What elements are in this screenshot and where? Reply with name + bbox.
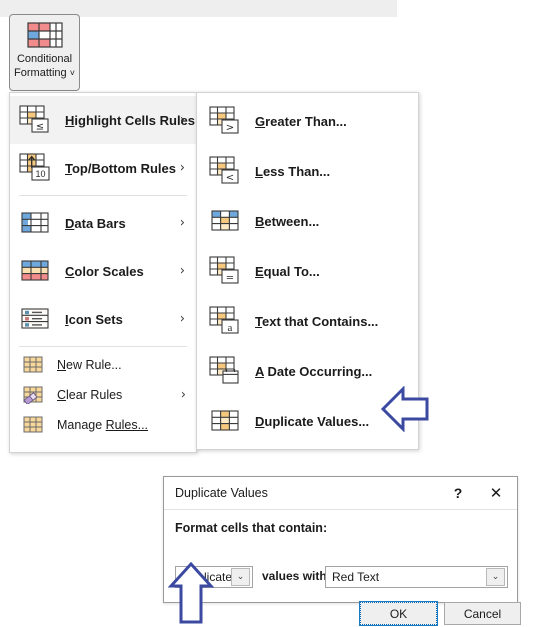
chevron-down-icon[interactable]: ⌄ <box>486 568 505 586</box>
dialog-titlebar: Duplicate Values ? ✕ <box>164 477 517 510</box>
menu-item-color-scales[interactable]: Color Scales › <box>10 247 196 295</box>
dialog-body: Format cells that contain: Duplicate ⌄ v… <box>164 510 521 626</box>
greater-than-icon: > <box>209 105 241 137</box>
submenu-item-label: Less Than... <box>255 163 331 179</box>
menu-item-label: Highlight Cells Rules <box>65 112 196 128</box>
dialog-title: Duplicate Values <box>175 486 268 500</box>
menu-item-label: New Rule... <box>57 358 122 372</box>
menu-item-label: Clear Rules <box>57 388 123 402</box>
ok-button[interactable]: OK <box>359 601 438 626</box>
data-bars-icon <box>19 207 51 239</box>
svg-text:10: 10 <box>35 169 45 179</box>
format-combo-value: Red Text <box>332 570 380 584</box>
annotation-arrow-left <box>380 385 429 435</box>
equal-to-icon: = <box>209 255 241 287</box>
submenu-item-label: Equal To... <box>255 263 320 279</box>
chevron-right-icon: › <box>179 112 185 128</box>
submenu-item-label: Text that Contains... <box>255 313 379 329</box>
menu-item-manage-rules[interactable]: Manage Rules... <box>10 410 196 440</box>
submenu-item-greater-than[interactable]: > Greater Than... <box>197 96 418 146</box>
chevron-right-icon: › <box>179 160 185 176</box>
less-than-icon: < <box>209 155 241 187</box>
svg-text:>: > <box>226 123 234 134</box>
submenu-item-label: Between... <box>255 213 320 229</box>
submenu-item-label: Duplicate Values... <box>255 413 370 429</box>
menu-item-label: Data Bars <box>65 215 126 231</box>
menu-separator <box>19 195 187 196</box>
menu-item-label: Manage Rules... <box>57 418 149 432</box>
svg-text:=: = <box>226 273 234 284</box>
cf-label-line1: Conditional <box>16 53 73 65</box>
conditional-formatting-menu: ≤ Highlight Cells Rules › 10 Top/Bottom … <box>9 92 197 453</box>
dialog-prompt-label: Format cells that contain: <box>175 521 328 535</box>
submenu-item-equal-to[interactable]: = Equal To... <box>197 246 418 296</box>
menu-item-highlight-cells-rules[interactable]: ≤ Highlight Cells Rules › <box>10 96 196 144</box>
menu-item-top-bottom-rules[interactable]: 10 Top/Bottom Rules › <box>10 144 196 192</box>
new-rule-icon <box>22 354 44 376</box>
a-date-occurring-icon <box>209 355 241 387</box>
submenu-item-between[interactable]: Between... <box>197 196 418 246</box>
chevron-right-icon: › <box>179 311 185 327</box>
chevron-right-icon: › <box>180 387 186 403</box>
conditional-formatting-grid-icon <box>26 22 63 48</box>
cancel-button[interactable]: Cancel <box>444 602 521 625</box>
cf-label-line2: Formatting <box>14 67 67 79</box>
menu-item-data-bars[interactable]: Data Bars › <box>10 199 196 247</box>
clear-rules-icon <box>22 384 44 406</box>
color-scales-icon <box>19 255 51 287</box>
menu-item-clear-rules[interactable]: Clear Rules › <box>10 380 196 410</box>
help-icon[interactable]: ? <box>443 477 473 509</box>
chevron-right-icon: › <box>179 263 185 279</box>
between-icon <box>209 205 241 237</box>
submenu-item-less-than[interactable]: < Less Than... <box>197 146 418 196</box>
menu-item-label: Top/Bottom Rules <box>65 160 176 176</box>
submenu-item-text-that-contains[interactable]: a Text that Contains... <box>197 296 418 346</box>
format-combo[interactable]: Red Text ⌄ <box>325 566 508 588</box>
duplicate-values-icon <box>209 405 241 437</box>
svg-text:≤: ≤ <box>36 122 44 133</box>
submenu-item-label: A Date Occurring... <box>255 363 373 379</box>
annotation-arrow-up <box>167 561 215 627</box>
chevron-right-icon: › <box>179 215 185 231</box>
highlight-cells-rules-icon: ≤ <box>19 104 51 136</box>
svg-text:a: a <box>228 322 233 334</box>
duplicate-values-dialog: Duplicate Values ? ✕ Format cells that c… <box>163 476 521 626</box>
menu-item-new-rule[interactable]: New Rule... <box>10 350 196 380</box>
text-that-contains-icon: a <box>209 305 241 337</box>
chevron-down-icon: ˅ <box>69 68 75 78</box>
submenu-item-label: Greater Than... <box>255 113 347 129</box>
menu-item-icon-sets[interactable]: Icon Sets › <box>10 295 196 343</box>
close-icon[interactable]: ✕ <box>481 477 511 509</box>
icon-sets-icon <box>19 303 51 335</box>
menu-separator <box>19 346 187 347</box>
menu-item-label: Icon Sets <box>65 311 123 327</box>
chevron-down-icon[interactable]: ⌄ <box>231 568 250 586</box>
conditional-formatting-button-label: Conditional Formatting ˅ <box>14 52 75 80</box>
values-with-label: values with <box>262 569 327 583</box>
conditional-formatting-button[interactable]: Conditional Formatting ˅ <box>9 14 80 91</box>
svg-text:<: < <box>226 173 234 184</box>
top-bottom-rules-icon: 10 <box>19 152 51 184</box>
manage-rules-icon <box>22 414 44 436</box>
menu-item-label: Color Scales <box>65 263 144 279</box>
